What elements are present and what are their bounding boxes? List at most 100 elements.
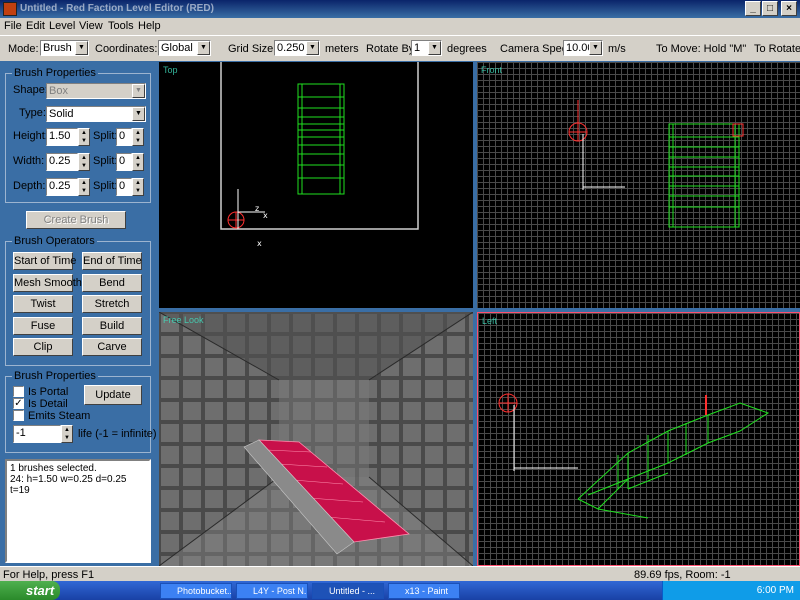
chevron-down-icon: ▼ [306,41,319,55]
brush-operators-group: Brush Operators Start of Time End of Tim… [5,235,151,366]
shape-select[interactable]: Box ▼ [46,83,146,99]
twist-button[interactable]: Twist [13,295,73,313]
mode-select[interactable]: Brush ▼ [40,40,89,56]
free-look-viewport[interactable]: Free Look [159,312,473,566]
mode-label: Mode: [8,43,39,55]
emits-steam-label: Emits Steam [28,410,91,422]
taskbar-item-post[interactable]: L4Y - Post N... [236,583,308,599]
rotate-by-label: Rotate By: [366,43,418,55]
app-icon [3,2,17,16]
split-label: Split: [93,180,118,192]
end-of-time-button[interactable]: End of Time [82,252,142,270]
carve-button[interactable]: Carve [82,338,142,356]
shape-label: Shape: [13,84,48,96]
close-button[interactable]: × [781,1,797,16]
brush-flags-group: Brush Properties Is Portal ✓ Is Detail E… [5,370,157,453]
top-view-canvas: x z x [220,62,419,248]
width-split-input[interactable]: 0 [116,153,132,171]
maximize-button[interactable]: □ [762,1,778,16]
menu-level[interactable]: Level [49,20,75,32]
width-spinner[interactable]: ▲ ▼ [78,153,90,171]
stretch-button[interactable]: Stretch [82,295,142,313]
free-look-canvas [159,312,473,566]
height-split-spinner[interactable]: ▲ ▼ [132,128,144,146]
life-label: life (-1 = infinite) [78,428,157,440]
rotate-by-value: 1 [414,42,421,54]
svg-text:x: x [263,211,268,220]
title-bar: Untitled - Red Faction Level Editor (RED… [0,0,800,18]
height-label: Height: [13,130,48,142]
rotate-by-select[interactable]: 1 ▼ [411,40,442,56]
split-label: Split: [93,130,118,142]
info-line-2: 24: h=1.50 w=0.25 d=0.25 t=19 [10,474,127,496]
split-label: Split: [93,155,118,167]
type-label: Type: [19,107,46,119]
height-spinner[interactable]: ▲ ▼ [78,128,90,146]
is-portal-checkbox[interactable] [13,386,24,397]
is-detail-checkbox[interactable]: ✓ [13,398,24,409]
depth-label: Depth: [13,180,46,192]
top-viewport[interactable]: x z x Top [159,62,473,308]
menu-help[interactable]: Help [138,20,161,32]
depth-split-input[interactable]: 0 [116,178,132,196]
mesh-smooth-button[interactable]: Mesh Smooth [13,274,82,292]
height-split-input[interactable]: 0 [116,128,132,146]
brush-properties-title: Brush Properties [12,67,98,79]
depth-spinner[interactable]: ▲ ▼ [78,178,90,196]
build-button[interactable]: Build [82,317,142,335]
width-label: Width: [13,155,45,167]
move-hint: To Move: Hold "M" [656,43,747,55]
taskbar: start Photobucket... L4Y - Post N... Unt… [0,581,800,600]
status-fps-text: 89.69 fps, Room: -1 [634,569,731,581]
chevron-down-icon: ▼ [75,41,88,55]
front-viewport-title: Front [481,65,503,75]
update-button[interactable]: Update [84,385,142,405]
height-input[interactable]: 1.50 [46,128,78,146]
menu-tools[interactable]: Tools [108,20,134,32]
start-label: start [26,583,55,598]
menu-view[interactable]: View [79,20,103,32]
chevron-down-icon: ▼ [589,41,602,55]
coordinates-select[interactable]: Global ▼ [158,40,211,56]
depth-split-spinner[interactable]: ▲ ▼ [132,178,144,196]
width-split-spinner[interactable]: ▲ ▼ [132,153,144,171]
brush-flags-title: Brush Properties [12,370,98,382]
camera-speed-unit: m/s [608,43,626,55]
type-select[interactable]: Solid ▼ [46,106,146,122]
start-of-time-button[interactable]: Start of Time [13,252,76,270]
chevron-down-icon: ▼ [428,41,441,55]
svg-text:x: x [257,239,262,248]
bend-button[interactable]: Bend [82,274,142,292]
taskbar-item-photobucket[interactable]: Photobucket... [160,583,232,599]
depth-input[interactable]: 0.25 [46,178,78,196]
clip-button[interactable]: Clip [13,338,73,356]
left-viewport[interactable]: Left [477,312,800,566]
create-brush-button[interactable]: Create Brush [26,211,126,229]
menu-edit[interactable]: Edit [26,20,45,32]
fuse-button[interactable]: Fuse [13,317,73,335]
grid-size-select[interactable]: 0.250 ▼ [274,40,320,56]
rotate-hint: To Rotate: [754,43,800,55]
width-input[interactable]: 0.25 [46,153,78,171]
grid-unit: meters [325,43,359,55]
emits-steam-checkbox[interactable] [13,410,24,421]
chevron-down-icon: ▼ [132,84,145,98]
rotate-unit: degrees [447,43,487,55]
menu-bar: File Edit Level View Tools Help [0,18,800,35]
selection-info-box[interactable]: 1 brushes selected. 24: h=1.50 w=0.25 d=… [5,459,151,563]
life-input[interactable]: -1 [13,425,61,443]
front-viewport[interactable]: Front [477,62,800,308]
camera-speed-select[interactable]: 10.00 ▼ [563,40,603,56]
brush-operators-title: Brush Operators [12,235,97,247]
minimize-button[interactable]: _ [745,1,761,16]
status-bar: For Help, press F1 89.69 fps, Room: -1 [0,566,800,581]
coordinates-label: Coordinates: [95,43,158,55]
grid-size-value: 0.250 [277,42,305,54]
top-viewport-title: Top [163,65,178,75]
taskbar-item-paint[interactable]: x13 - Paint [388,583,460,599]
life-spinner[interactable]: ▲ ▼ [61,425,73,443]
taskbar-item-untitled[interactable]: Untitled - ... [312,583,384,599]
start-button[interactable]: start [0,581,60,600]
menu-file[interactable]: File [4,20,22,32]
shape-value: Box [49,85,68,97]
